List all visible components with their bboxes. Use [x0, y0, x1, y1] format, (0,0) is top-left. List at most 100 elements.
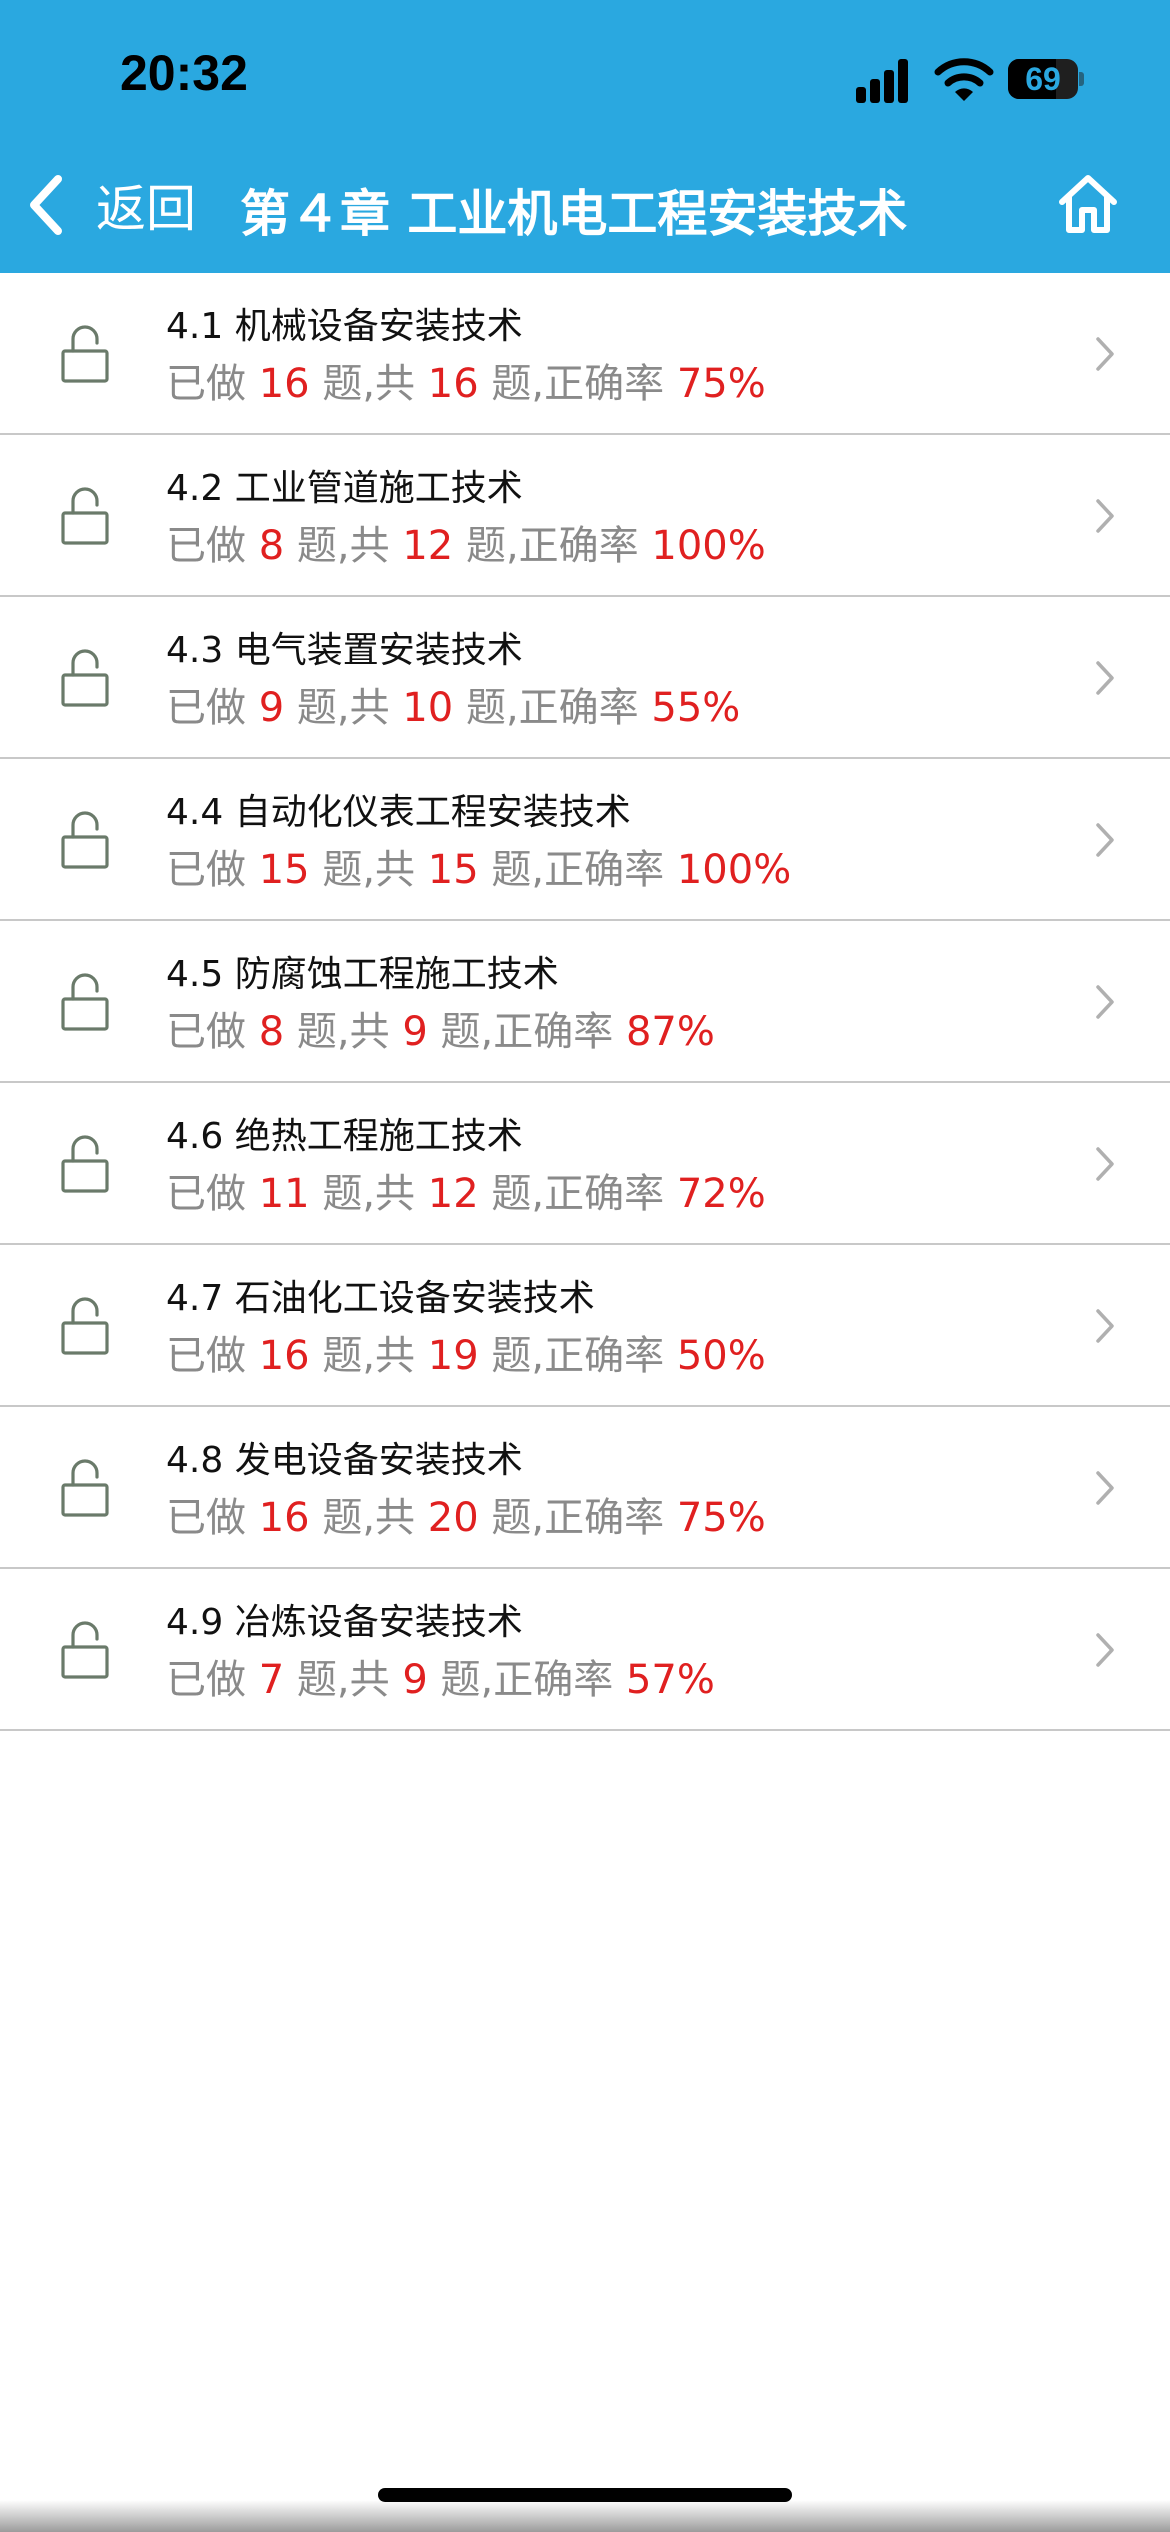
accuracy-value: 55%	[651, 685, 741, 731]
done-prefix: 已做	[166, 685, 246, 731]
unit-label: 题	[491, 1495, 532, 1541]
chevron-right-icon	[1096, 823, 1114, 857]
unlocked-padlock-icon	[61, 1297, 109, 1355]
accuracy-value: 75%	[676, 361, 766, 407]
list-item[interactable]: 4.5 防腐蚀工程施工技术 已做 8 题,共 9 题,正确率 87%	[0, 921, 1170, 1083]
chevron-right-icon	[1096, 1147, 1114, 1181]
total-count: 9	[402, 1009, 428, 1055]
section-stats: 已做 16 题,共 16 题,正确率 75%	[166, 351, 766, 409]
list-item[interactable]: 4.9 冶炼设备安装技术 已做 7 题,共 9 题,正确率 57%	[0, 1569, 1170, 1731]
list-item[interactable]: 4.8 发电设备安装技术 已做 16 题,共 20 题,正确率 75%	[0, 1407, 1170, 1569]
unit-label: 题	[440, 1657, 481, 1703]
navigation-bar: 返回 第４章 工业机电工程安装技术	[0, 160, 1170, 250]
accuracy-value: 100%	[651, 523, 766, 569]
chevron-right-icon	[1096, 985, 1114, 1019]
section-title: 4.7 石油化工设备安装技术	[166, 1278, 595, 1319]
status-icons: 69	[852, 55, 1092, 105]
section-stats: 已做 8 题,共 9 题,正确率 87%	[166, 999, 715, 1057]
done-count: 9	[258, 685, 285, 731]
wifi-icon	[934, 58, 994, 101]
accuracy-value: 87%	[625, 1009, 715, 1055]
battery-level-text: 69	[1025, 61, 1061, 97]
accuracy-prefix: ,正确率	[531, 847, 665, 893]
accuracy-prefix: ,正确率	[531, 1171, 665, 1217]
done-count: 16	[258, 361, 310, 407]
battery-icon: 69	[1008, 59, 1084, 99]
unit-label: 题	[296, 1657, 337, 1703]
unlocked-padlock-icon	[61, 325, 109, 383]
home-indicator[interactable]	[378, 2488, 792, 2502]
list-item[interactable]: 4.1 机械设备安装技术 已做 16 题,共 16 题,正确率 75%	[0, 273, 1170, 435]
unit-label: 题	[322, 1171, 363, 1217]
unlocked-padlock-icon	[61, 487, 109, 545]
list-item[interactable]: 4.7 石油化工设备安装技术 已做 16 题,共 19 题,正确率 50%	[0, 1245, 1170, 1407]
unlocked-padlock-icon	[61, 1135, 109, 1193]
accuracy-value: 72%	[676, 1171, 766, 1217]
accuracy-prefix: ,正确率	[505, 685, 639, 731]
done-prefix: 已做	[166, 1495, 246, 1541]
section-stats: 已做 15 题,共 15 题,正确率 100%	[166, 837, 791, 895]
unlocked-padlock-icon	[61, 1459, 109, 1517]
total-count: 10	[402, 685, 454, 731]
unlocked-padlock-icon	[61, 649, 109, 707]
done-count: 16	[258, 1333, 310, 1379]
unit-label: 题	[322, 1333, 363, 1379]
done-prefix: 已做	[166, 847, 246, 893]
unlocked-padlock-icon	[61, 811, 109, 869]
unit-label: 题	[491, 847, 532, 893]
accuracy-prefix: ,正确率	[480, 1009, 614, 1055]
status-time: 20:32	[120, 45, 248, 101]
unit-label: 题	[322, 361, 363, 407]
unit-label: 题	[296, 685, 337, 731]
unit-label: 题	[322, 1495, 363, 1541]
unit-label: 题	[491, 1333, 532, 1379]
total-prefix: ,共	[362, 847, 416, 893]
list-item[interactable]: 4.4 自动化仪表工程安装技术 已做 15 题,共 15 题,正确率 100%	[0, 759, 1170, 921]
accuracy-prefix: ,正确率	[531, 1495, 665, 1541]
section-title: 4.1 机械设备安装技术	[166, 306, 523, 347]
unit-label: 题	[296, 1009, 337, 1055]
total-prefix: ,共	[336, 685, 390, 731]
section-title: 4.5 防腐蚀工程施工技术	[166, 954, 559, 995]
section-stats: 已做 7 题,共 9 题,正确率 57%	[166, 1647, 715, 1705]
back-label: 返回	[96, 180, 196, 238]
total-count: 9	[402, 1657, 428, 1703]
home-icon[interactable]	[1056, 172, 1120, 236]
total-prefix: ,共	[362, 361, 416, 407]
cellular-signal-icon	[852, 55, 918, 103]
section-stats: 已做 8 题,共 12 题,正确率 100%	[166, 513, 766, 571]
list-item[interactable]: 4.2 工业管道施工技术 已做 8 题,共 12 题,正确率 100%	[0, 435, 1170, 597]
unit-label: 题	[491, 1171, 532, 1217]
done-prefix: 已做	[166, 1171, 246, 1217]
page-title: 第４章 工业机电工程安装技术	[240, 185, 908, 243]
unit-label: 题	[465, 523, 506, 569]
total-prefix: ,共	[336, 523, 390, 569]
unit-label: 题	[296, 523, 337, 569]
unit-label: 题	[491, 361, 532, 407]
section-title: 4.6 绝热工程施工技术	[166, 1116, 523, 1157]
section-stats: 已做 9 题,共 10 题,正确率 55%	[166, 675, 740, 733]
section-list: 4.1 机械设备安装技术 已做 16 题,共 16 题,正确率 75% 4.2 工业…	[0, 273, 1170, 1731]
accuracy-value: 75%	[676, 1495, 766, 1541]
list-item[interactable]: 4.3 电气装置安装技术 已做 9 题,共 10 题,正确率 55%	[0, 597, 1170, 759]
done-prefix: 已做	[166, 523, 246, 569]
accuracy-prefix: ,正确率	[531, 361, 665, 407]
chevron-right-icon	[1096, 337, 1114, 371]
chevron-right-icon	[1096, 499, 1114, 533]
unit-label: 题	[322, 847, 363, 893]
total-prefix: ,共	[362, 1495, 416, 1541]
done-prefix: 已做	[166, 1009, 246, 1055]
section-title: 4.2 工业管道施工技术	[166, 468, 523, 509]
unit-label: 题	[465, 685, 506, 731]
accuracy-prefix: ,正确率	[505, 523, 639, 569]
total-count: 19	[427, 1333, 479, 1379]
section-stats: 已做 16 题,共 19 题,正确率 50%	[166, 1323, 766, 1381]
accuracy-value: 57%	[625, 1657, 715, 1703]
chevron-right-icon	[1096, 1471, 1114, 1505]
accuracy-prefix: ,正确率	[480, 1657, 614, 1703]
accuracy-value: 100%	[676, 847, 792, 893]
list-item[interactable]: 4.6 绝热工程施工技术 已做 11 题,共 12 题,正确率 72%	[0, 1083, 1170, 1245]
done-prefix: 已做	[166, 1657, 246, 1703]
back-button[interactable]: 返回	[24, 170, 196, 240]
chevron-left-icon	[30, 175, 62, 235]
